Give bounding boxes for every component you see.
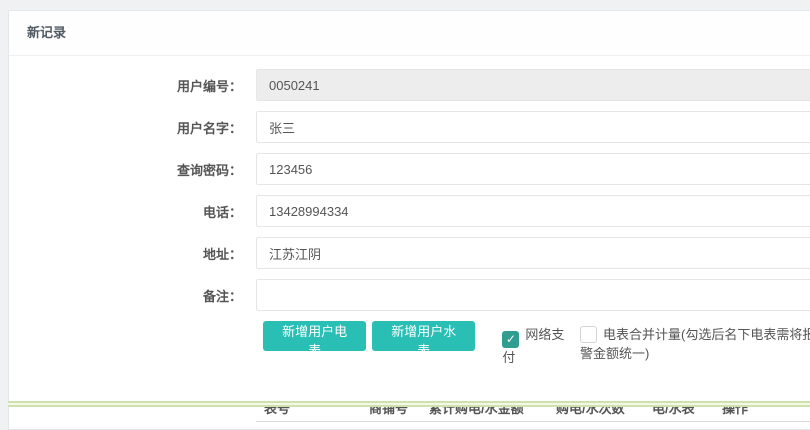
check-icon: ✓: [506, 332, 516, 346]
meter-table-header: 表号 商铺号 累计购电/水金额 购电/水次数 电/水表 操作: [256, 393, 810, 422]
field-row-query-password: 查询密码：: [9, 153, 810, 185]
field-row-user-name: 用户名字：: [9, 111, 810, 143]
merge-metering-checkbox[interactable]: [580, 326, 597, 343]
address-input[interactable]: [256, 237, 810, 269]
new-record-panel: 新记录 用户编号： 用户名字： 查询密码： 电话： 地址： 备注： 新增用户电表: [8, 10, 810, 430]
new-record-form: 用户编号： 用户名字： 查询密码： 电话： 地址： 备注： 新增用户电表 新增用…: [9, 56, 810, 422]
field-row-remark: 备注：: [9, 279, 810, 311]
query-password-input[interactable]: [256, 153, 810, 185]
field-row-phone: 电话：: [9, 195, 810, 227]
merge-metering-label: 电表合并计量(勾选后名下电表需将报警金额统一): [580, 327, 810, 361]
add-electric-meter-button[interactable]: 新增用户电表: [263, 321, 366, 351]
bottom-green-divider: [8, 401, 810, 407]
user-id-input[interactable]: [256, 69, 810, 101]
field-row-user-id: 用户编号：: [9, 69, 810, 101]
merge-metering-group: 电表合并计量(勾选后名下电表需将报警金额统一): [580, 325, 810, 363]
phone-label: 电话：: [9, 202, 256, 221]
network-payment-checkbox[interactable]: ✓: [502, 331, 519, 348]
actions-row: 新增用户电表 新增用户水表 ✓网络支付 电表合并计量(勾选后名下电表需将报警金额…: [263, 321, 810, 367]
network-payment-group: ✓网络支付: [502, 325, 566, 367]
panel-title: 新记录: [9, 11, 810, 56]
address-label: 地址：: [9, 244, 256, 263]
query-password-label: 查询密码：: [9, 160, 256, 179]
user-name-input[interactable]: [256, 111, 810, 143]
add-water-meter-button[interactable]: 新增用户水表: [372, 321, 475, 351]
field-row-address: 地址：: [9, 237, 810, 269]
user-id-label: 用户编号：: [9, 76, 256, 95]
remark-input[interactable]: [256, 279, 810, 311]
remark-label: 备注：: [9, 286, 256, 305]
phone-input[interactable]: [256, 195, 810, 227]
user-name-label: 用户名字：: [9, 118, 256, 137]
